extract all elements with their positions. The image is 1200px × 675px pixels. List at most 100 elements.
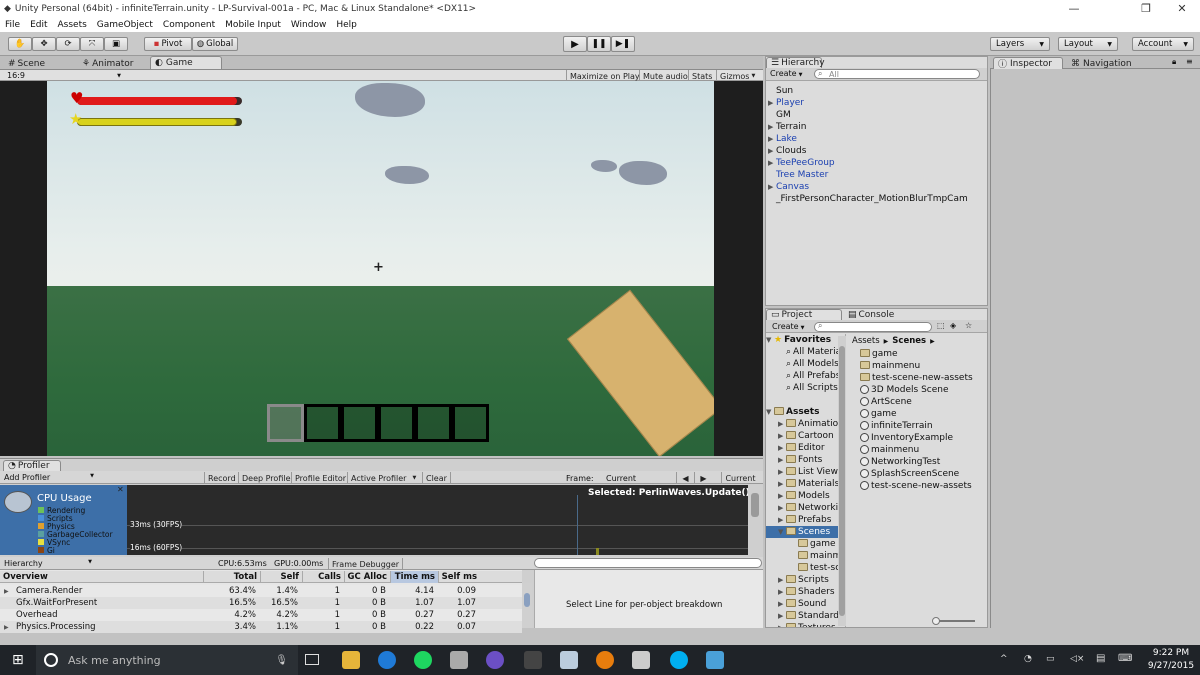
menu-assets[interactable]: Assets — [53, 20, 92, 30]
tab-scene[interactable]: # Scene — [4, 57, 49, 70]
project-tree-item[interactable]: ▼ Assets — [766, 406, 845, 418]
hotbar-slot[interactable] — [267, 404, 304, 442]
project-tree-item[interactable]: ▶ Fonts — [766, 454, 845, 466]
menu-file[interactable]: File — [0, 20, 25, 30]
windows-start-icon[interactable]: ⊞ — [12, 652, 24, 668]
col-self[interactable]: Self — [260, 571, 302, 583]
project-asset[interactable]: mainmenu — [860, 361, 920, 371]
expand-arrow-icon[interactable]: ▼ — [778, 526, 786, 538]
project-asset[interactable]: game — [860, 349, 898, 359]
project-tree-item[interactable]: ▶ Animations — [766, 418, 845, 430]
expand-arrow-icon[interactable]: ▶ — [778, 514, 786, 526]
frame-debugger-button[interactable]: Frame Debugger — [328, 558, 404, 570]
project-tree-item[interactable]: ⌕ All Materials — [766, 346, 845, 358]
hierarchy-item[interactable]: Tree Master — [768, 170, 828, 180]
scale-tool-icon[interactable]: ⤧ — [80, 37, 104, 51]
project-tree-item[interactable]: game — [766, 538, 845, 550]
project-asset[interactable]: InventoryExample — [860, 433, 953, 443]
network-icon[interactable]: ◔ — [1024, 654, 1032, 664]
tab-profiler[interactable]: ◔ Profiler — [3, 460, 61, 471]
hotbar-slot[interactable] — [452, 404, 489, 442]
expand-arrow-icon[interactable]: ▶ — [778, 454, 786, 466]
project-tree-item[interactable]: ▶ Cartoon — [766, 430, 845, 442]
keyboard-icon[interactable]: ⌨ — [1118, 653, 1132, 664]
expand-arrow-icon[interactable]: ▶ — [768, 123, 776, 131]
hierarchy-item[interactable]: ▶ Canvas — [768, 182, 809, 192]
expand-arrow-icon[interactable]: ▶ — [768, 99, 776, 107]
hand-tool-icon[interactable]: ✋ — [8, 37, 32, 51]
menu-mobile-input[interactable]: Mobile Input — [220, 20, 286, 30]
task-view-icon[interactable] — [305, 654, 319, 665]
hierarchy-item[interactable]: Sun — [768, 86, 793, 96]
game-view[interactable]: + ♥ ★ — [47, 81, 714, 456]
project-tree-item[interactable]: ⌕ All Models — [766, 358, 845, 370]
battery-icon[interactable]: ▭ — [1046, 654, 1055, 664]
project-tree-item[interactable]: ▶ Materials — [766, 478, 845, 490]
scrollbar-thumb[interactable] — [751, 493, 759, 517]
project-asset[interactable]: test-scene-new-assets — [860, 373, 973, 383]
project-tree-item[interactable]: ▼ Scenes — [766, 526, 845, 538]
col-overview[interactable]: Overview — [3, 572, 48, 582]
project-asset[interactable]: mainmenu — [860, 445, 919, 455]
hierarchy-item[interactable]: _FirstPersonCharacter_MotionBlurTmpCam — [768, 194, 968, 204]
hotbar-slot[interactable] — [378, 404, 415, 442]
hotbar-slot[interactable] — [304, 404, 341, 442]
breadcrumb-assets[interactable]: Assets — [852, 336, 880, 346]
profile-editor-toggle[interactable]: Profile Editor — [291, 472, 349, 484]
project-asset[interactable]: 3D Models Scene — [860, 385, 949, 395]
expand-arrow-icon[interactable]: ▶ — [768, 135, 776, 143]
tray-chevron-icon[interactable]: ^ — [1000, 654, 1008, 664]
project-asset[interactable]: NetworkingTest — [860, 457, 940, 467]
clear-button[interactable]: Clear — [422, 472, 451, 484]
close-module-icon[interactable]: ✕ — [117, 485, 124, 494]
current-frame-button[interactable]: Current — [721, 472, 759, 484]
tab-project[interactable]: ▭ Project — [766, 309, 842, 320]
record-toggle[interactable]: Record — [204, 472, 239, 484]
rect-tool-icon[interactable]: ▣ — [104, 37, 128, 51]
expand-arrow-icon[interactable]: ▶ — [778, 610, 786, 622]
col-self-ms[interactable]: Self ms — [438, 571, 480, 583]
close-button[interactable]: ✕ — [1164, 0, 1200, 17]
clock-time[interactable]: 9:22 PM — [1146, 648, 1196, 658]
expand-arrow-icon[interactable]: ▶ — [778, 442, 786, 454]
breadcrumb-scenes[interactable]: Scenes — [892, 336, 926, 346]
maximize-button[interactable]: ❐ — [1128, 0, 1164, 17]
cortana-search[interactable]: Ask me anything 🎙︎ — [36, 645, 298, 675]
col-time-ms[interactable]: Time ms — [390, 571, 438, 583]
project-asset[interactable]: game — [860, 409, 897, 419]
move-tool-icon[interactable]: ✥ — [32, 37, 56, 51]
skype-icon[interactable] — [670, 651, 688, 669]
tab-animator[interactable]: ⚘ Animator — [78, 57, 137, 70]
menu-window[interactable]: Window — [286, 20, 332, 30]
expand-arrow-icon[interactable]: ▶ — [778, 586, 786, 598]
project-asset[interactable]: test-scene-new-assets — [860, 481, 972, 491]
expand-arrow-icon[interactable]: ▶ — [4, 588, 16, 595]
expand-arrow-icon[interactable]: ▶ — [778, 466, 786, 478]
expand-arrow-icon[interactable]: ▶ — [768, 159, 776, 167]
tab-navigation[interactable]: ⌘ Navigation — [1067, 57, 1136, 70]
project-tree-item[interactable]: test-scene — [766, 562, 845, 574]
project-asset[interactable]: infiniteTerrain — [860, 421, 933, 431]
project-tree-item[interactable]: ▼ ★ Favorites — [766, 334, 845, 346]
filter-type-icon[interactable]: ⬚ — [937, 321, 945, 330]
project-search-input[interactable] — [814, 322, 932, 332]
project-tree-item[interactable]: ▶ Standard — [766, 610, 845, 622]
account-dropdown[interactable]: Account ▼ — [1132, 37, 1194, 51]
edge-browser-icon[interactable] — [378, 651, 396, 669]
project-asset[interactable]: SplashScreenScene — [860, 469, 959, 479]
project-tree-item[interactable]: ▶ Shaders — [766, 586, 845, 598]
project-tree-item[interactable]: ▶ Networking — [766, 502, 845, 514]
hierarchy-view-dropdown[interactable]: Hierarchy ▼ — [4, 559, 92, 568]
volume-icon[interactable]: ◁× — [1070, 654, 1084, 664]
expand-arrow-icon[interactable]: ▶ — [768, 147, 776, 155]
expand-arrow-icon[interactable]: ▶ — [778, 478, 786, 490]
global-toggle[interactable]: ◍ Global — [192, 37, 238, 51]
expand-arrow-icon[interactable]: ▶ — [778, 574, 786, 586]
expand-arrow-icon[interactable]: ▶ — [778, 418, 786, 430]
project-tree-item[interactable]: ▶ Textures — [766, 622, 845, 627]
app-icon[interactable] — [560, 651, 578, 669]
step-button[interactable]: ▶❚ — [611, 36, 635, 52]
panel-menu-icon[interactable]: ≡ — [1186, 57, 1193, 66]
slider-thumb[interactable] — [932, 617, 940, 625]
hierarchy-item[interactable]: ▶ Clouds — [768, 146, 806, 156]
